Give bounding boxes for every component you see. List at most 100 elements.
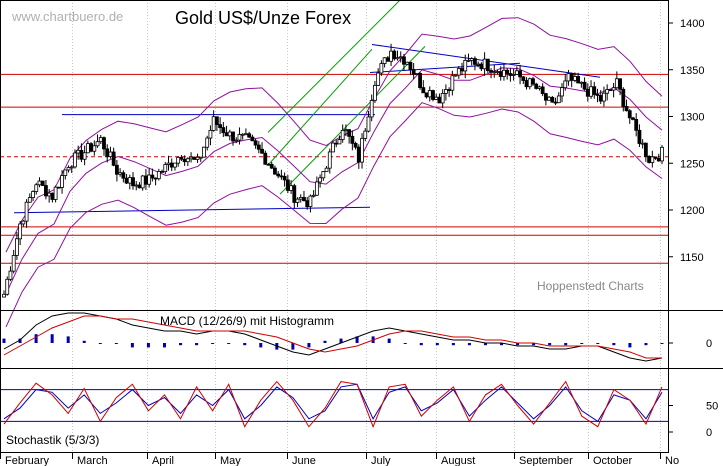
- candle-body: [214, 116, 219, 126]
- candle-body: [195, 156, 200, 160]
- x-tick-label: May: [220, 455, 241, 466]
- candle-body: [276, 173, 281, 177]
- candle-body: [2, 293, 6, 298]
- candle-body: [556, 95, 561, 104]
- candle-body: [266, 163, 271, 166]
- candle-body: [453, 74, 458, 77]
- macd-histogram-bar: [34, 334, 38, 343]
- macd-histogram-bar: [323, 340, 327, 343]
- candle-body: [137, 184, 142, 189]
- stochastic-k-line: [3, 380, 663, 429]
- macd-histogram-bar: [2, 338, 6, 343]
- candle-body: [573, 76, 577, 81]
- candle-body: [311, 194, 316, 197]
- candle-body: [108, 151, 113, 157]
- y-tick-label: 1150: [680, 252, 704, 264]
- candle-body: [234, 139, 239, 142]
- candle-body: [76, 149, 81, 154]
- bollinger-middle-band: [5, 67, 663, 295]
- candle-body: [50, 192, 55, 200]
- candle-body: [463, 59, 468, 72]
- macd-histogram-bar: [98, 343, 102, 344]
- candle-body: [563, 80, 568, 89]
- candle-body: [382, 57, 387, 64]
- candle-body: [508, 73, 513, 76]
- candle-body: [314, 181, 319, 196]
- candle-body: [402, 56, 406, 65]
- candle-body: [292, 185, 297, 203]
- candle-body: [344, 129, 348, 132]
- candle-body: [589, 86, 593, 97]
- macd-histogram-bar: [82, 340, 86, 343]
- candle-body: [421, 87, 426, 94]
- candle-body: [624, 106, 629, 112]
- candle-body: [224, 132, 229, 137]
- candle-body: [121, 172, 126, 179]
- candle-body: [221, 127, 226, 134]
- macd-histogram-bar: [114, 343, 118, 344]
- candle-body: [460, 68, 464, 72]
- candle-body: [621, 88, 626, 107]
- candle-body: [173, 162, 177, 168]
- candle-body: [566, 73, 571, 82]
- candle-body: [134, 184, 139, 187]
- candle-body: [208, 129, 213, 139]
- candle-body: [427, 90, 432, 98]
- candle-body: [469, 58, 474, 61]
- candle-body: [289, 185, 293, 191]
- candle-body: [585, 88, 590, 97]
- candle-body: [37, 180, 42, 186]
- candle-body: [360, 137, 364, 163]
- candle-body: [105, 148, 110, 157]
- macd-histogram-bar: [403, 343, 407, 344]
- candle-body: [340, 129, 345, 140]
- macd-histogram-bar: [259, 343, 263, 348]
- candle-body: [531, 78, 535, 85]
- candle-body: [282, 175, 287, 181]
- candle-body: [495, 71, 500, 73]
- candle-body: [660, 146, 664, 162]
- macd-histogram-bar: [195, 343, 199, 346]
- candle-body: [56, 186, 61, 189]
- candle-body: [302, 197, 306, 202]
- candle-body: [366, 116, 371, 132]
- candle-body: [540, 86, 545, 95]
- macd-zero-label: 0: [706, 338, 712, 350]
- candle-body: [66, 167, 71, 171]
- candle-body: [443, 89, 448, 94]
- candle-body: [92, 145, 97, 152]
- candle-body: [640, 142, 645, 145]
- stochastic-layer: [0, 380, 668, 429]
- candle-body: [273, 167, 277, 175]
- candle-body: [82, 152, 87, 160]
- candle-body: [69, 166, 74, 169]
- candle-body: [285, 179, 290, 191]
- candle-body: [537, 86, 542, 89]
- macd-histogram-bar: [660, 343, 664, 344]
- candle-body: [595, 94, 600, 96]
- candle-body: [40, 180, 45, 186]
- macd-title: MACD (12/26/9) mit Histogramm: [160, 314, 334, 328]
- candle-body: [85, 143, 90, 154]
- candle-body: [218, 124, 223, 128]
- macd-histogram-bar: [628, 343, 632, 348]
- candle-body: [395, 57, 400, 60]
- candle-body: [111, 151, 116, 166]
- candle-body: [392, 50, 397, 60]
- candle-body: [569, 73, 574, 81]
- candle-body: [295, 198, 300, 203]
- candle-body: [102, 137, 106, 150]
- y-tick-label: 1300: [680, 112, 704, 124]
- x-tick-label: March: [77, 455, 108, 466]
- candle-body: [60, 175, 64, 188]
- blue-trend-line: [13, 206, 371, 214]
- macd-histogram-bar: [564, 343, 568, 346]
- macd-histogram-bar: [291, 343, 295, 350]
- candle-body: [534, 83, 539, 89]
- candle-body: [179, 156, 184, 160]
- candle-body: [347, 129, 352, 137]
- candle-body: [560, 87, 564, 97]
- candle-body: [524, 80, 529, 88]
- macd-histogram-bar: [612, 343, 616, 346]
- candle-body: [440, 93, 445, 104]
